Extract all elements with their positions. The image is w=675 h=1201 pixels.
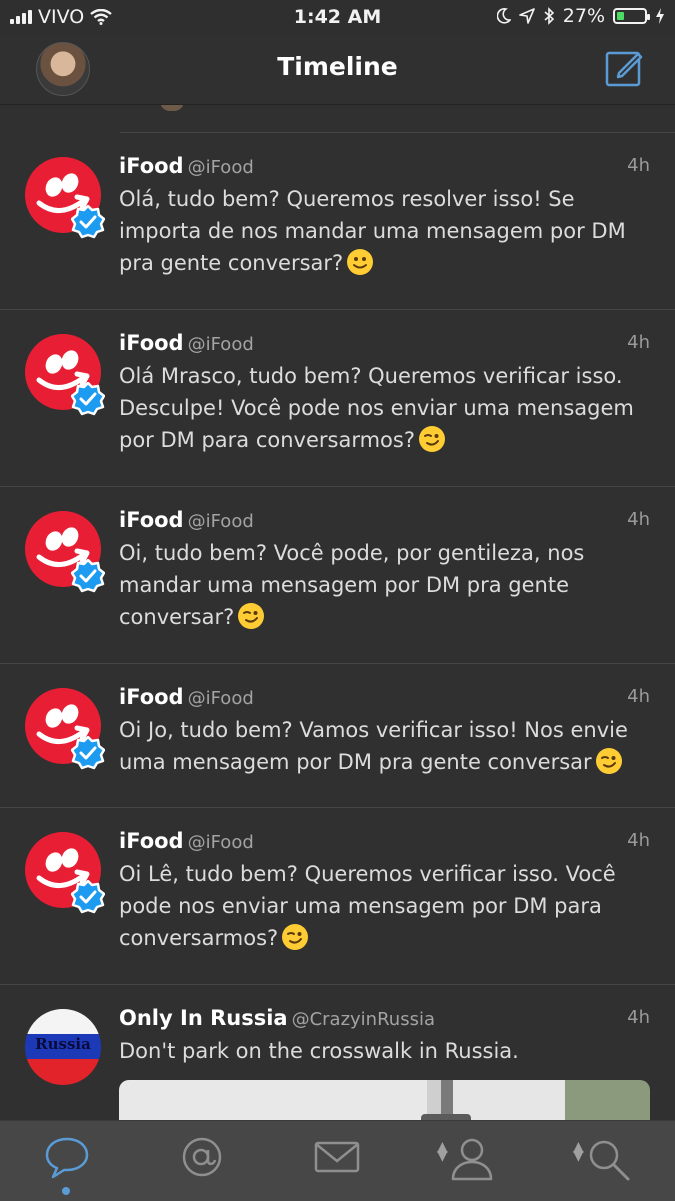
status-bar: VIVO 1:42 AM 27%	[0, 0, 675, 34]
tweet-content: iFood @iFood 4h Olá, tudo bem? Queremos r…	[119, 151, 650, 279]
slightly-smiling-face-icon	[347, 249, 374, 275]
verified-badge-icon	[71, 382, 105, 416]
winking-face-icon	[238, 603, 265, 629]
search-icon	[589, 1140, 630, 1181]
author-handle[interactable]: @iFood	[188, 832, 254, 853]
winking-face-icon	[418, 426, 445, 452]
tweet-text-body: Oi Jo, tudo bem? Vamos verificar isso! N…	[119, 718, 628, 774]
profile-icon	[451, 1138, 493, 1181]
ifood-avatar[interactable]	[25, 511, 105, 593]
tweet[interactable]: iFood @iFood 4h Oi Lê, tudo bem? Queremos…	[0, 808, 675, 985]
verified-badge-icon	[71, 559, 105, 593]
battery-percent: 27%	[562, 5, 605, 27]
active-tab-indicator	[62, 1187, 70, 1195]
tweet-text-body: Olá Mrasco, tudo bem? Queremos verificar…	[119, 364, 634, 452]
author-name[interactable]: Only In Russia	[119, 1006, 288, 1030]
verified-badge-icon	[71, 736, 105, 770]
bluetooth-icon	[544, 7, 554, 25]
compose-icon[interactable]	[605, 49, 643, 87]
ifood-avatar[interactable]	[25, 157, 105, 239]
tweet-time: 4h	[627, 155, 650, 176]
winking-face-icon	[282, 924, 309, 950]
author-handle[interactable]: @iFood	[188, 334, 254, 355]
battery-icon	[613, 8, 650, 24]
winking-face-icon	[595, 748, 622, 774]
author-name[interactable]: iFood	[119, 829, 184, 853]
tweet-header: iFood @iFood	[119, 682, 650, 714]
ifood-avatar[interactable]	[25, 334, 105, 416]
signal-strength-icon	[10, 10, 32, 24]
tweet-text: Don't park on the crosswalk in Russia.	[119, 1039, 519, 1063]
tweet-content: Only In Russia @CrazyinRussia 4h Don't pa…	[119, 1003, 650, 1067]
tweet-time: 4h	[627, 686, 650, 707]
previous-tweet-fragment	[120, 105, 675, 133]
tab-profile[interactable]	[442, 1135, 502, 1185]
tweet-header: iFood @iFood	[119, 328, 650, 360]
charging-bolt-icon	[656, 8, 664, 24]
tweet[interactable]: iFood @iFood 4h Olá, tudo bem? Queremos r…	[0, 133, 675, 310]
page-title: Timeline	[277, 52, 398, 81]
tweet-content: iFood @iFood 4h Oi, tudo bem? Você pode, …	[119, 505, 650, 633]
mail-icon	[314, 1141, 360, 1173]
wifi-icon	[90, 9, 112, 25]
tab-timeline[interactable]	[37, 1135, 97, 1185]
tweet-header: iFood @iFood	[119, 151, 650, 183]
status-bar-right: 27%	[496, 5, 665, 27]
tweet-text: Olá Mrasco, tudo bem? Queremos verificar…	[119, 360, 650, 456]
tweet-time: 4h	[627, 509, 650, 530]
location-arrow-icon	[518, 8, 535, 24]
tweet-content: iFood @iFood 4h Oi Lê, tudo bem? Queremos…	[119, 826, 650, 954]
author-handle[interactable]: @iFood	[188, 511, 254, 532]
chat-bubble-icon	[45, 1137, 89, 1179]
moon-icon	[496, 8, 511, 24]
at-mention-icon	[182, 1137, 222, 1177]
verified-badge-icon	[71, 205, 105, 239]
tweet[interactable]: iFood @iFood 4h Oi Jo, tudo bem? Vamos ve…	[0, 664, 675, 808]
tab-messages[interactable]	[307, 1135, 367, 1185]
tweet-time: 4h	[627, 1007, 650, 1028]
media-preview-image[interactable]	[119, 1080, 650, 1120]
author-handle[interactable]: @iFood	[188, 157, 254, 178]
nav-bar: Timeline	[0, 34, 675, 105]
timeline-list[interactable]: iFood @iFood 4h Olá, tudo bem? Queremos r…	[0, 105, 675, 1120]
author-name[interactable]: iFood	[119, 685, 184, 709]
carrier-name: VIVO	[38, 6, 85, 28]
tweet-text: Oi Jo, tudo bem? Vamos verificar isso! N…	[119, 714, 650, 778]
tweet-text-body: Oi Lê, tudo bem? Queremos verificar isso…	[119, 862, 616, 950]
tweet-time: 4h	[627, 332, 650, 353]
ifood-avatar[interactable]	[25, 832, 105, 914]
tweet-text: Olá, tudo bem? Queremos resolver isso! S…	[119, 183, 650, 279]
author-name[interactable]: iFood	[119, 154, 184, 178]
tweet-content: iFood @iFood 4h Olá Mrasco, tudo bem? Que…	[119, 328, 650, 456]
author-handle[interactable]: @CrazyinRussia	[292, 1009, 435, 1030]
verified-badge-icon	[71, 880, 105, 914]
tab-bar: ▲ ▼ ▲ ▼	[0, 1120, 675, 1201]
status-bar-left: VIVO	[10, 6, 112, 28]
author-name[interactable]: iFood	[119, 331, 184, 355]
tweet-time: 4h	[627, 830, 650, 851]
russia-avatar[interactable]: Russia	[25, 1009, 101, 1085]
tweet-text: Oi, tudo bem? Você pode, por gentileza, …	[119, 537, 650, 633]
tab-search[interactable]	[578, 1135, 638, 1185]
tweet[interactable]: Russia Only In Russia @CrazyinRussia 4h D…	[0, 985, 675, 1120]
tweet[interactable]: iFood @iFood 4h Oi, tudo bem? Você pode, …	[0, 487, 675, 664]
tweet-header: iFood @iFood	[119, 505, 650, 537]
tab-mentions[interactable]	[172, 1135, 232, 1185]
tweet-text-body: Oi, tudo bem? Você pode, por gentileza, …	[119, 541, 585, 629]
tweet-text: Oi Lê, tudo bem? Queremos verificar isso…	[119, 858, 650, 954]
tweet-header: Only In Russia @CrazyinRussia	[119, 1003, 650, 1035]
ifood-avatar[interactable]	[25, 688, 105, 770]
avatar-text: Russia	[35, 1035, 91, 1053]
tweet-header: iFood @iFood	[119, 826, 650, 858]
tweet-content: iFood @iFood 4h Oi Jo, tudo bem? Vamos ve…	[119, 682, 650, 778]
author-name[interactable]: iFood	[119, 508, 184, 532]
author-handle[interactable]: @iFood	[188, 688, 254, 709]
tweet[interactable]: iFood @iFood 4h Olá Mrasco, tudo bem? Que…	[0, 310, 675, 487]
